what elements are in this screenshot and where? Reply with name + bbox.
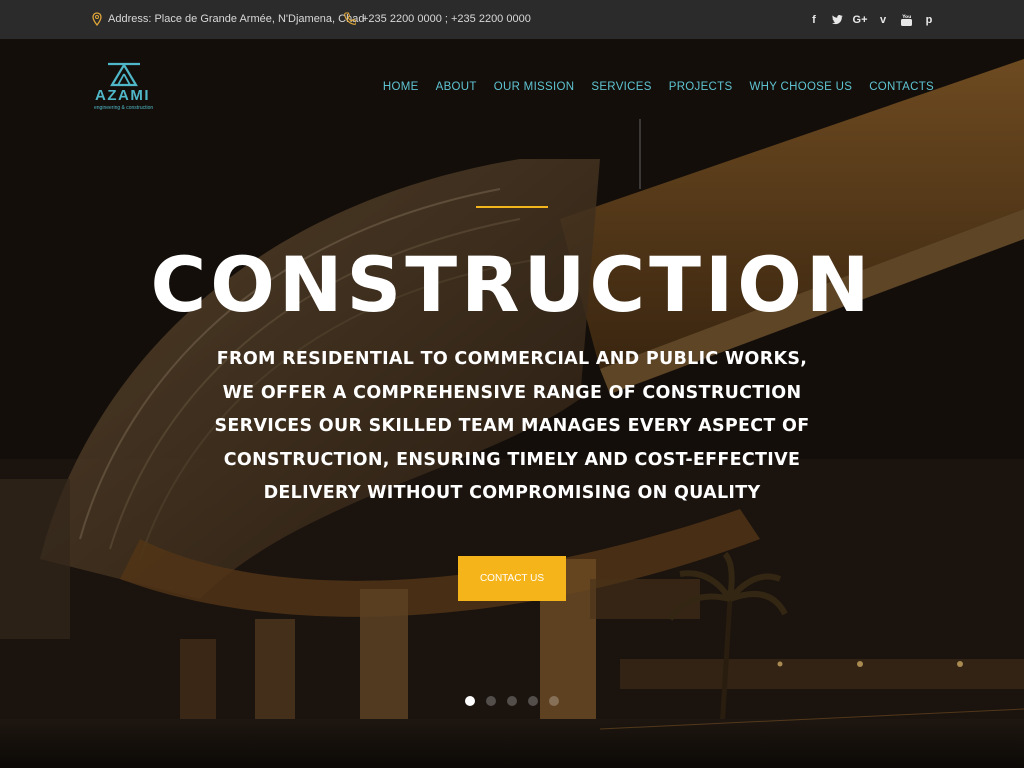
social-links: f G+ v You p <box>807 12 936 27</box>
facebook-icon[interactable]: f <box>807 12 821 27</box>
slide-dot-5[interactable] <box>549 696 559 706</box>
hero-slider: AZAMI engineering & construction HOME AB… <box>0 39 1024 768</box>
address-info: Address: Place de Grande Armée, N'Djamen… <box>92 12 364 26</box>
hero-subtitle: FROM RESIDENTIAL TO COMMERCIAL AND PUBLI… <box>214 349 810 503</box>
hero-title: CONSTRUCTION <box>150 240 874 329</box>
phone-text: +235 2200 0000 ; +235 2200 0000 <box>362 12 531 25</box>
slider-pagination <box>465 696 559 706</box>
main-nav: HOME ABOUT OUR MISSION SERVICES PROJECTS… <box>383 81 934 93</box>
slide-dot-4[interactable] <box>528 696 538 706</box>
slide-dot-1[interactable] <box>465 696 475 706</box>
location-pin-icon <box>92 12 102 26</box>
nav-projects[interactable]: PROJECTS <box>669 81 733 93</box>
pinterest-icon[interactable]: p <box>922 12 936 27</box>
phone-icon <box>344 12 356 25</box>
nav-about[interactable]: ABOUT <box>436 81 477 93</box>
google-plus-icon[interactable]: G+ <box>853 12 868 27</box>
title-accent-line <box>476 206 548 208</box>
contact-us-button[interactable]: CONTACT US <box>458 556 566 601</box>
nav-services[interactable]: SERVICES <box>591 81 651 93</box>
nav-contacts[interactable]: CONTACTS <box>869 81 934 93</box>
slide-dot-3[interactable] <box>507 696 517 706</box>
brand-tagline: engineering & construction <box>94 105 154 111</box>
svg-text:You: You <box>901 14 911 20</box>
phone-info: +235 2200 0000 ; +235 2200 0000 <box>344 12 531 25</box>
youtube-icon[interactable]: You <box>899 12 913 27</box>
vimeo-icon[interactable]: v <box>876 12 890 27</box>
nav-home[interactable]: HOME <box>383 81 419 93</box>
brand-name: AZAMI <box>95 87 150 104</box>
nav-why-choose-us[interactable]: WHY CHOOSE US <box>749 81 852 93</box>
twitter-icon[interactable] <box>830 12 844 27</box>
slide-dot-2[interactable] <box>486 696 496 706</box>
address-text: Address: Place de Grande Armée, N'Djamen… <box>108 13 365 25</box>
nav-our-mission[interactable]: OUR MISSION <box>494 81 575 93</box>
top-info-bar: Address: Place de Grande Armée, N'Djamen… <box>0 0 1024 39</box>
